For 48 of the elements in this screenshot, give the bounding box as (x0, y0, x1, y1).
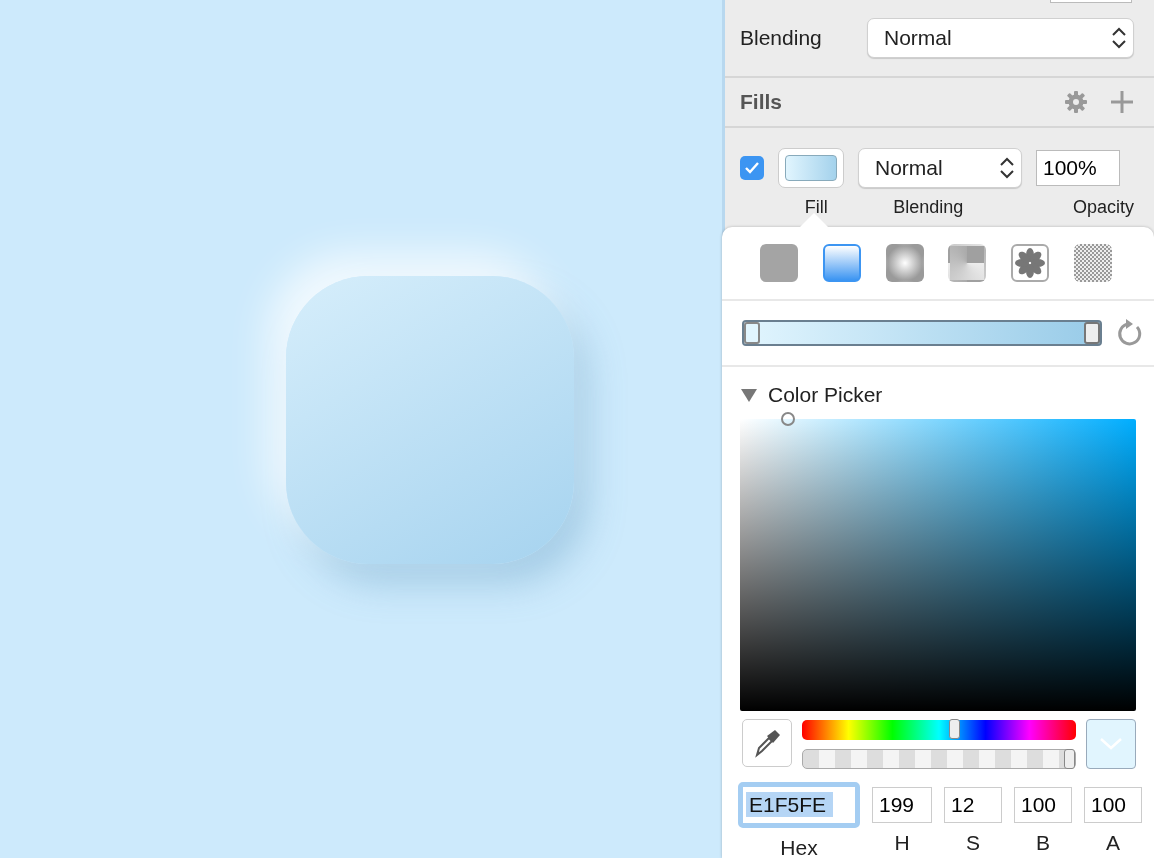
blending-label: Blending (740, 25, 823, 52)
color-handle[interactable] (780, 411, 795, 426)
color-swatch[interactable] (778, 148, 844, 188)
pattern-fill-button[interactable] (1011, 244, 1050, 282)
column-label: Blending (893, 197, 964, 217)
hue-slider[interactable] (802, 719, 1076, 740)
radial-gradient-button[interactable] (885, 244, 924, 282)
stepper-icon (1111, 25, 1127, 51)
text-field[interactable]: 100 (1014, 786, 1072, 823)
solid-fill-button[interactable] (760, 244, 798, 282)
disclosure-triangle[interactable] (740, 386, 758, 403)
blending-dropdown[interactable]: Normal (858, 148, 1022, 188)
field-label: S (966, 829, 980, 856)
text-field[interactable]: 199 (872, 786, 932, 823)
rotate-icon[interactable] (1116, 318, 1144, 348)
section-title: Color Picker (768, 382, 883, 408)
field-label: A (1106, 829, 1120, 856)
chevron-down-icon (1099, 736, 1123, 751)
text-field[interactable]: 100 (1084, 786, 1142, 823)
eyedropper-icon (753, 727, 781, 758)
text-field[interactable]: E1F5FE (738, 781, 860, 828)
alpha-slider[interactable] (802, 748, 1076, 769)
section-title: Fills (740, 89, 783, 115)
settings-icon[interactable] (1064, 90, 1088, 115)
opacity-field[interactable]: 100% (1036, 150, 1120, 186)
color-field[interactable] (740, 418, 1136, 711)
linear-gradient-button[interactable] (822, 244, 861, 282)
slider-thumb[interactable] (948, 718, 960, 739)
gradient-stop[interactable] (1084, 322, 1100, 344)
gradient-bar[interactable] (742, 320, 1102, 346)
slider-thumb[interactable] (1064, 748, 1075, 769)
checkbox[interactable] (740, 156, 764, 180)
field-label: B (1036, 829, 1050, 856)
column-label: Opacity (1072, 197, 1134, 217)
gradient-stop[interactable] (744, 322, 760, 344)
dropdown-button[interactable] (1086, 718, 1136, 769)
field-label: H (894, 829, 910, 856)
add-icon[interactable] (1110, 90, 1134, 115)
column-label: Fill (804, 197, 828, 217)
noise-fill-button[interactable] (1074, 244, 1112, 282)
angular-gradient-button[interactable] (948, 244, 987, 282)
stepper-icon (999, 155, 1015, 181)
field-label: Hex (780, 834, 818, 858)
eyedropper-button[interactable] (742, 718, 792, 767)
checkmark-icon (744, 161, 760, 175)
text-field[interactable]: 12 (944, 786, 1002, 823)
blending-dropdown[interactable]: Normal (867, 18, 1134, 58)
text-field[interactable] (1050, 0, 1132, 3)
